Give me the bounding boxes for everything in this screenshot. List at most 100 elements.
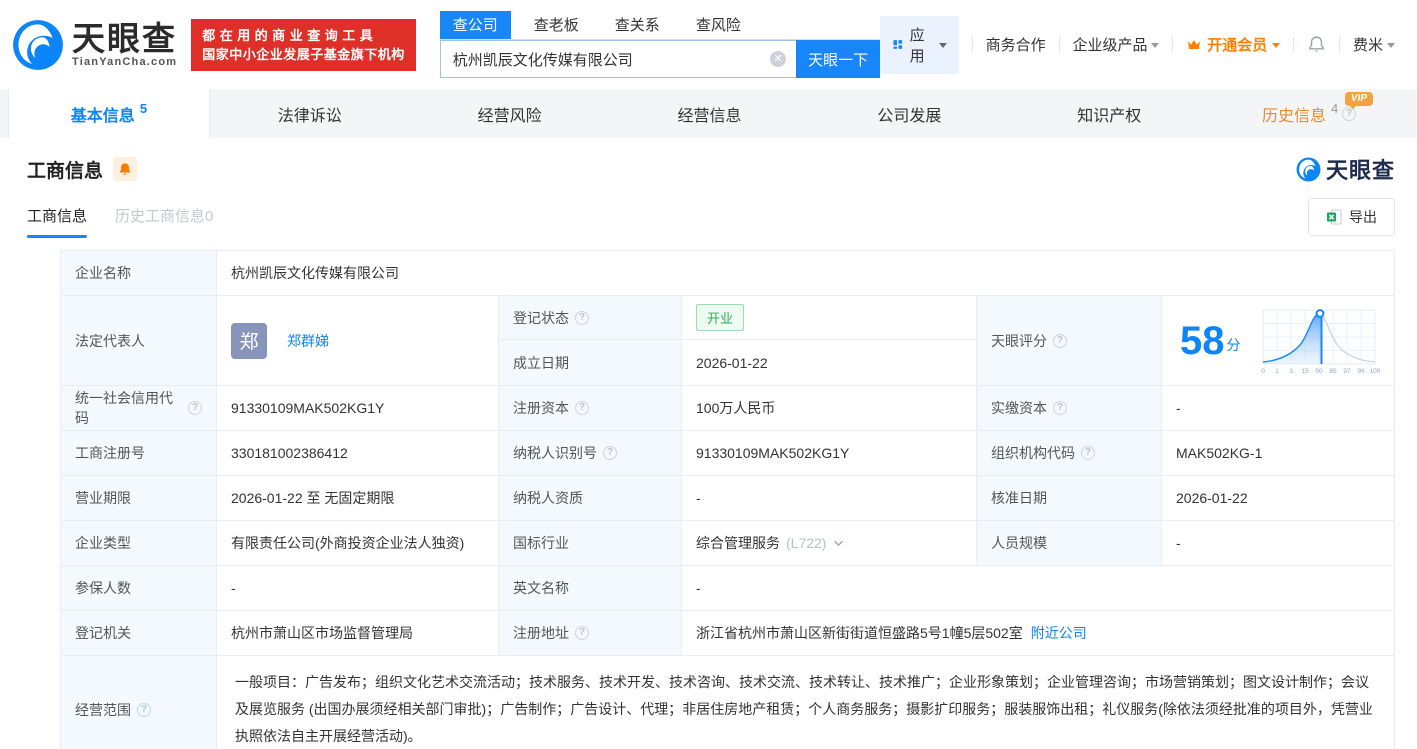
tab-operating-risk[interactable]: 经营风险 bbox=[410, 89, 610, 138]
table-row-business-scope: 经营范围 ? 一般项目：广告发布；组织文化艺术交流活动；技术服务、技术开发、技术… bbox=[61, 656, 1394, 749]
tianyancha-watermark: 天眼查 bbox=[1296, 153, 1395, 185]
tianyancha-swirl-icon bbox=[13, 19, 63, 70]
tianyancha-swirl-icon bbox=[1296, 157, 1321, 181]
chevron-down-icon[interactable] bbox=[833, 538, 844, 549]
insured-count-label: 参保人数 bbox=[61, 566, 216, 610]
help-icon[interactable]: ? bbox=[603, 446, 617, 460]
approval-date-label: 核准日期 bbox=[976, 476, 1161, 520]
help-icon[interactable]: ? bbox=[1081, 446, 1095, 460]
svg-text:15: 15 bbox=[1301, 368, 1309, 375]
apps-label: 应用 bbox=[909, 26, 925, 65]
table-row-reg-authority: 登记机关 杭州市萧山区市场监督管理局 注册地址 ? 浙江省杭州市萧山区新街街道恒… bbox=[61, 611, 1394, 656]
staff-size-value: - bbox=[1161, 521, 1394, 565]
tab-basic-info[interactable]: 基本信息 5 bbox=[8, 89, 210, 138]
table-row-company-name: 企业名称 杭州凯辰文化传媒有限公司 bbox=[61, 251, 1394, 296]
tab-basic-info-label: 基本信息 bbox=[70, 107, 135, 125]
tab-legal-proceedings[interactable]: 法律诉讼 bbox=[210, 89, 410, 138]
taxpayer-quality-value: - bbox=[681, 476, 976, 520]
company-name-value: 杭州凯辰文化传媒有限公司 bbox=[216, 251, 1394, 295]
establish-date-label: 成立日期 bbox=[498, 340, 681, 385]
svg-text:0: 0 bbox=[1261, 368, 1265, 375]
svg-text:1: 1 bbox=[1275, 368, 1279, 375]
chevron-down-icon bbox=[1272, 43, 1281, 48]
brand-name: 天眼查 bbox=[72, 19, 177, 57]
avatar[interactable]: 郑 bbox=[231, 322, 267, 359]
header: 天眼查 TianYanCha.com 都在用的商业查询工具 国家中小企业发展子基… bbox=[0, 0, 1417, 89]
search-tab-risk[interactable]: 查风险 bbox=[683, 11, 754, 39]
credit-code-label: 统一社会信用代码 ? bbox=[61, 386, 216, 430]
svg-text:50: 50 bbox=[1315, 368, 1323, 375]
taxpayer-id-label-text: 纳税人识别号 bbox=[513, 445, 597, 461]
help-icon[interactable]: ? bbox=[575, 310, 589, 325]
apps-menu[interactable]: 应用 bbox=[880, 15, 959, 74]
legal-rep-label: 法定代表人 bbox=[61, 296, 216, 385]
slogan-banner: 都在用的商业查询工具 国家中小企业发展子基金旗下机构 bbox=[191, 18, 416, 71]
user-menu[interactable]: 费米 bbox=[1353, 34, 1396, 55]
company-type-value: 有限责任公司(外商投资企业法人独资) bbox=[216, 521, 498, 565]
tianyancha-logo[interactable]: 天眼查 TianYanCha.com bbox=[12, 19, 177, 71]
tab-company-development[interactable]: 公司发展 bbox=[809, 89, 1009, 138]
vip-badge: VIP bbox=[1344, 92, 1374, 109]
tab-intellectual-property[interactable]: 知识产权 bbox=[1009, 89, 1209, 138]
crown-icon bbox=[1188, 39, 1201, 49]
legal-rep-link[interactable]: 郑群娣 bbox=[287, 331, 329, 351]
subscribe-bell-button[interactable] bbox=[113, 157, 138, 181]
divider bbox=[1293, 37, 1295, 52]
business-scope-value: 一般项目：广告发布；组织文化艺术交流活动；技术服务、技术开发、技术咨询、技术交流… bbox=[216, 656, 1394, 749]
paid-capital-label-text: 实缴资本 bbox=[991, 400, 1047, 416]
status-badge: 开业 bbox=[696, 304, 745, 331]
score-label: 天眼评分 ? bbox=[976, 296, 1161, 385]
help-icon[interactable]: ? bbox=[188, 401, 202, 415]
help-icon[interactable]: ? bbox=[1053, 333, 1067, 348]
notifications-bell[interactable] bbox=[1307, 35, 1326, 54]
tab-history-info[interactable]: 历史信息 4 ? VIP bbox=[1209, 89, 1409, 138]
business-cooperation-link[interactable]: 商务合作 bbox=[986, 34, 1046, 55]
search-input[interactable] bbox=[439, 40, 797, 78]
tab-operating-info[interactable]: 经营信息 bbox=[610, 89, 810, 138]
paid-capital-label: 实缴资本 ? bbox=[976, 386, 1161, 430]
chevron-down-icon bbox=[1387, 43, 1396, 48]
company-section-tabs: 基本信息 5 法律诉讼 经营风险 经营信息 公司发展 知识产权 历史信息 4 ?… bbox=[0, 89, 1417, 138]
business-scope-label-text: 经营范围 bbox=[75, 701, 131, 718]
credit-code-value: 91330109MAK502KG1Y bbox=[216, 386, 498, 430]
table-row-legal-rep: 法定代表人 郑 郑群娣 登记状态 ? 开业 天眼评分 ? 58 分 0 1 3 … bbox=[61, 296, 1394, 386]
reg-address-text: 浙江省杭州市萧山区新街街道恒盛路5号1幢5层502室 bbox=[696, 625, 1023, 641]
divider bbox=[1339, 37, 1340, 52]
table-row-credit-code: 统一社会信用代码 ? 91330109MAK502KG1Y 注册资本 ? 100… bbox=[61, 386, 1394, 431]
staff-size-label: 人员规模 bbox=[976, 521, 1161, 565]
svg-text:85: 85 bbox=[1329, 368, 1337, 375]
subtab-history-business-info[interactable]: 历史工商信息0 bbox=[115, 205, 213, 238]
chevron-down-icon bbox=[1151, 43, 1160, 48]
slogan-line1: 都在用的商业查询工具 bbox=[202, 27, 378, 43]
nearby-companies-link[interactable]: 附近公司 bbox=[1031, 623, 1087, 643]
brand-domain: TianYanCha.com bbox=[72, 55, 178, 68]
svg-text:97: 97 bbox=[1343, 368, 1351, 375]
tab-operating-risk-label: 经营风险 bbox=[477, 107, 542, 125]
tab-basic-info-count: 5 bbox=[139, 101, 148, 116]
score-distribution-chart: 0 1 3 15 50 85 97 99 100 bbox=[1261, 308, 1380, 375]
search-tab-company[interactable]: 查公司 bbox=[439, 11, 511, 39]
apps-grid-icon bbox=[893, 40, 903, 49]
paid-capital-value: - bbox=[1161, 386, 1394, 430]
enterprise-products-menu[interactable]: 企业级产品 bbox=[1072, 34, 1160, 55]
divider bbox=[1058, 37, 1060, 52]
approval-date-value: 2026-01-22 bbox=[1161, 476, 1394, 520]
help-icon[interactable]: ? bbox=[575, 626, 589, 640]
search-button[interactable]: 天眼一下 bbox=[796, 40, 881, 78]
search-tabs: 查公司 查老板 查关系 查风险 bbox=[439, 11, 881, 40]
svg-text:99: 99 bbox=[1357, 368, 1365, 375]
open-vip-menu[interactable]: 开通会员 bbox=[1186, 34, 1281, 55]
subtab-business-info[interactable]: 工商信息 bbox=[27, 205, 88, 238]
search-tab-relation[interactable]: 查关系 bbox=[602, 11, 673, 39]
export-button[interactable]: 导出 bbox=[1308, 198, 1395, 236]
score-number: 58 bbox=[1180, 318, 1225, 363]
help-icon[interactable]: ? bbox=[137, 702, 151, 717]
svg-text:100: 100 bbox=[1369, 368, 1380, 375]
help-icon[interactable]: ? bbox=[575, 401, 589, 415]
help-icon[interactable]: ? bbox=[1053, 401, 1067, 415]
search-tab-boss[interactable]: 查老板 bbox=[521, 11, 592, 39]
reg-number-label: 工商注册号 bbox=[61, 431, 216, 475]
table-row-insured-count: 参保人数 - 英文名称 - bbox=[61, 566, 1394, 611]
reg-capital-label-text: 注册资本 bbox=[513, 400, 569, 416]
reg-status-label: 登记状态 ? bbox=[498, 296, 681, 340]
